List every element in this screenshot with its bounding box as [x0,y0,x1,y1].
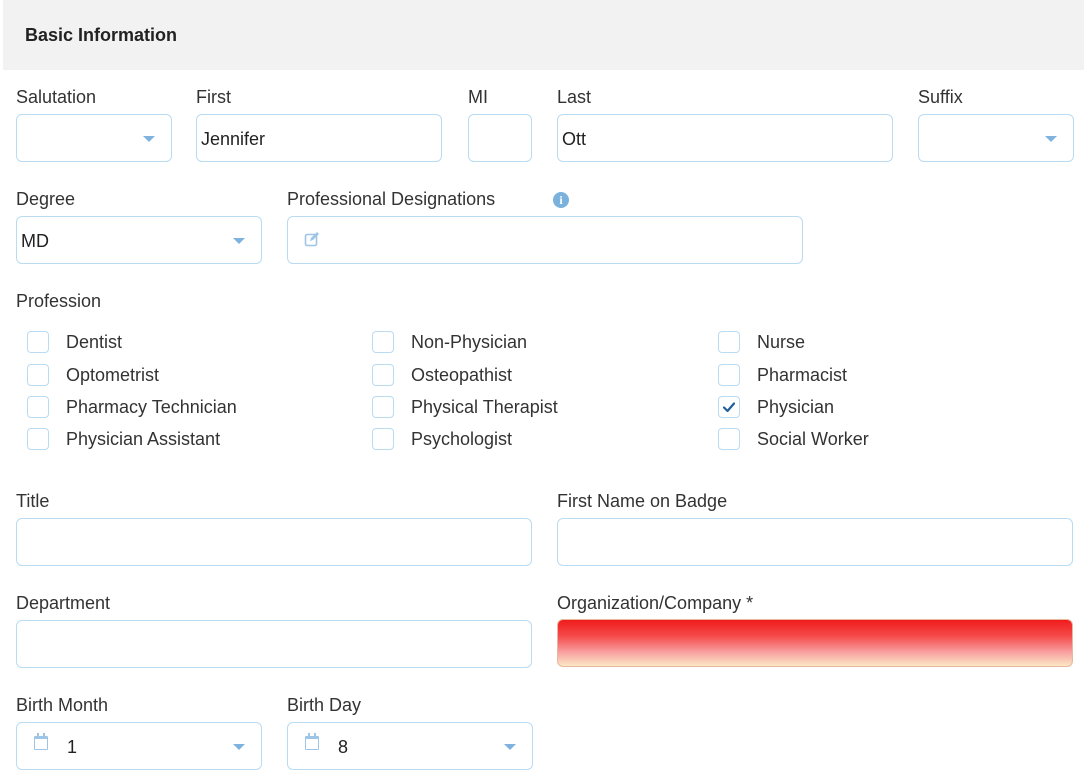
designations-label: Professional Designations [287,189,496,209]
last-name-label: Last [557,87,592,107]
title-input[interactable] [16,518,532,566]
profession-label-nurse[interactable]: Nurse [757,331,805,353]
birth-month-label: Birth Month [16,695,109,715]
title-label: Title [16,491,50,511]
chevron-down-icon [1045,136,1057,142]
profession-label: Profession [16,291,102,311]
calendar-icon [305,733,319,750]
degree-value: MD [21,231,49,251]
suffix-label: Suffix [918,87,963,107]
designations-input[interactable] [287,216,803,264]
department-label: Department [16,593,111,613]
profession-label-physician-assistant[interactable]: Physician Assistant [66,428,220,450]
profession-checkbox-social-worker[interactable] [718,428,740,450]
first-name-input[interactable]: Jennifer [196,114,442,162]
profession-checkbox-psychologist[interactable] [372,428,394,450]
calendar-icon [34,733,48,750]
birth-month-select[interactable]: 1 [16,722,262,770]
chevron-down-icon [143,136,155,142]
profession-label-pharmacy-technician[interactable]: Pharmacy Technician [66,396,237,418]
salutation-label: Salutation [16,87,97,107]
profession-checkbox-pharmacy-technician[interactable] [27,396,49,418]
profession-label-optometrist[interactable]: Optometrist [66,364,159,386]
profession-checkbox-physician-assistant[interactable] [27,428,49,450]
badge-name-label: First Name on Badge [557,491,728,511]
profession-label-osteopathist[interactable]: Osteopathist [411,364,512,386]
organization-input[interactable] [557,619,1073,667]
last-name-value: Ott [562,129,587,149]
mi-label: MI [468,87,488,107]
profession-label-psychologist[interactable]: Psychologist [411,428,512,450]
last-name-input[interactable]: Ott [557,114,893,162]
profession-label-dentist[interactable]: Dentist [66,331,122,353]
profession-checkbox-optometrist[interactable] [27,364,49,386]
profession-checkbox-physical-therapist[interactable] [372,396,394,418]
degree-select[interactable]: MD [16,216,262,264]
salutation-select[interactable] [16,114,172,162]
profession-label-physician[interactable]: Physician [757,396,834,418]
chevron-down-icon [233,744,245,750]
profession-checkbox-osteopathist[interactable] [372,364,394,386]
profession-checkbox-nurse[interactable] [718,331,740,353]
profession-label-social-worker[interactable]: Social Worker [757,428,869,450]
degree-label: Degree [16,189,76,209]
profession-label-physical-therapist[interactable]: Physical Therapist [411,396,558,418]
chevron-down-icon [504,744,516,750]
birth-month-value: 1 [67,737,78,757]
profession-checkbox-physician[interactable] [718,396,740,418]
birth-day-select[interactable]: 8 [287,722,533,770]
profession-checkbox-dentist[interactable] [27,331,49,353]
mi-input[interactable] [468,114,532,162]
checkmark-icon [722,402,736,413]
first-name-value: Jennifer [201,129,266,149]
birth-day-label: Birth Day [287,695,362,715]
edit-icon [304,232,319,247]
department-input[interactable] [16,620,532,668]
profession-label-pharmacist[interactable]: Pharmacist [757,364,847,386]
birth-day-value: 8 [338,737,349,757]
profession-checkbox-non-physician[interactable] [372,331,394,353]
suffix-select[interactable] [918,114,1074,162]
organization-label: Organization/Company * [557,593,754,613]
profession-label-non-physician[interactable]: Non-Physician [411,331,527,353]
chevron-down-icon [233,238,245,244]
first-name-label: First [196,87,231,107]
info-icon[interactable]: i [553,192,569,208]
profession-checkbox-pharmacist[interactable] [718,364,740,386]
section-header: Basic Information [3,0,1084,70]
badge-name-input[interactable] [557,518,1073,566]
section-title: Basic Information [25,25,178,45]
